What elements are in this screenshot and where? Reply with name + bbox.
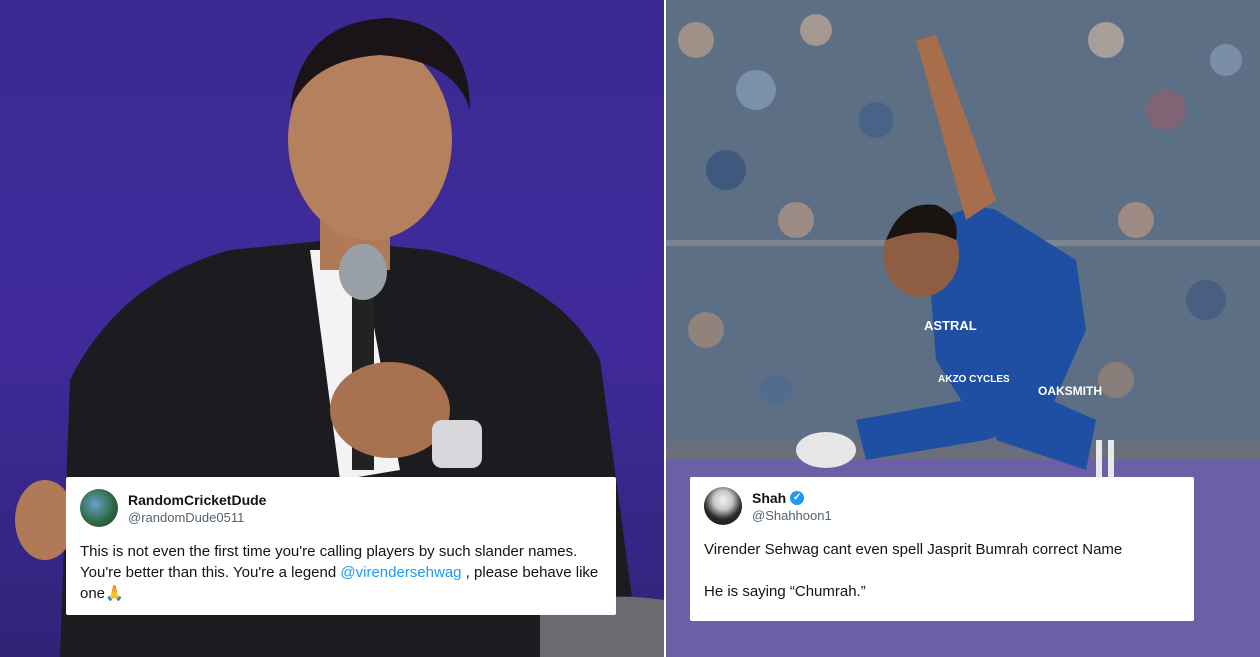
tweet-mention-link: @virendersehwag — [340, 564, 462, 581]
verified-badge-icon: ✓ — [790, 490, 805, 505]
jersey-sponsor-1: ASTRAL — [924, 318, 977, 333]
jersey-sponsor-2: OAKSMITH — [1038, 384, 1102, 398]
tweet-handle: @randomDude0511 — [128, 509, 245, 525]
tweet-text: This is not even the first time you're c… — [80, 541, 602, 604]
left-photo: RandomCricketDude @randomDude0511 This i… — [0, 0, 664, 657]
tweet-handle: @Shahhoon1 — [752, 507, 832, 523]
tweet-text: Virender Sehwag cant even spell Jasprit … — [704, 539, 1180, 602]
avatar — [80, 489, 118, 527]
tweet-paragraph-1: Virender Sehwag cant even spell Jasprit … — [704, 541, 1123, 558]
tweet-display-name: Shah — [752, 489, 787, 506]
tweet-display-name: RandomCricketDude — [128, 491, 267, 508]
tweet-header: RandomCricketDude @randomDude0511 — [80, 489, 602, 527]
tweet-card-left: RandomCricketDude @randomDude0511 This i… — [66, 477, 616, 615]
tweet-card-right: Shah ✓ @Shahhoon1 Virender Sehwag cant e… — [690, 477, 1194, 621]
tweet-paragraph-2: He is saying “Chumrah.” — [704, 583, 866, 600]
tweet-header: Shah ✓ @Shahhoon1 — [704, 487, 1180, 525]
jersey-sponsor-3: AKZO CYCLES — [938, 374, 1010, 385]
avatar — [704, 487, 742, 525]
